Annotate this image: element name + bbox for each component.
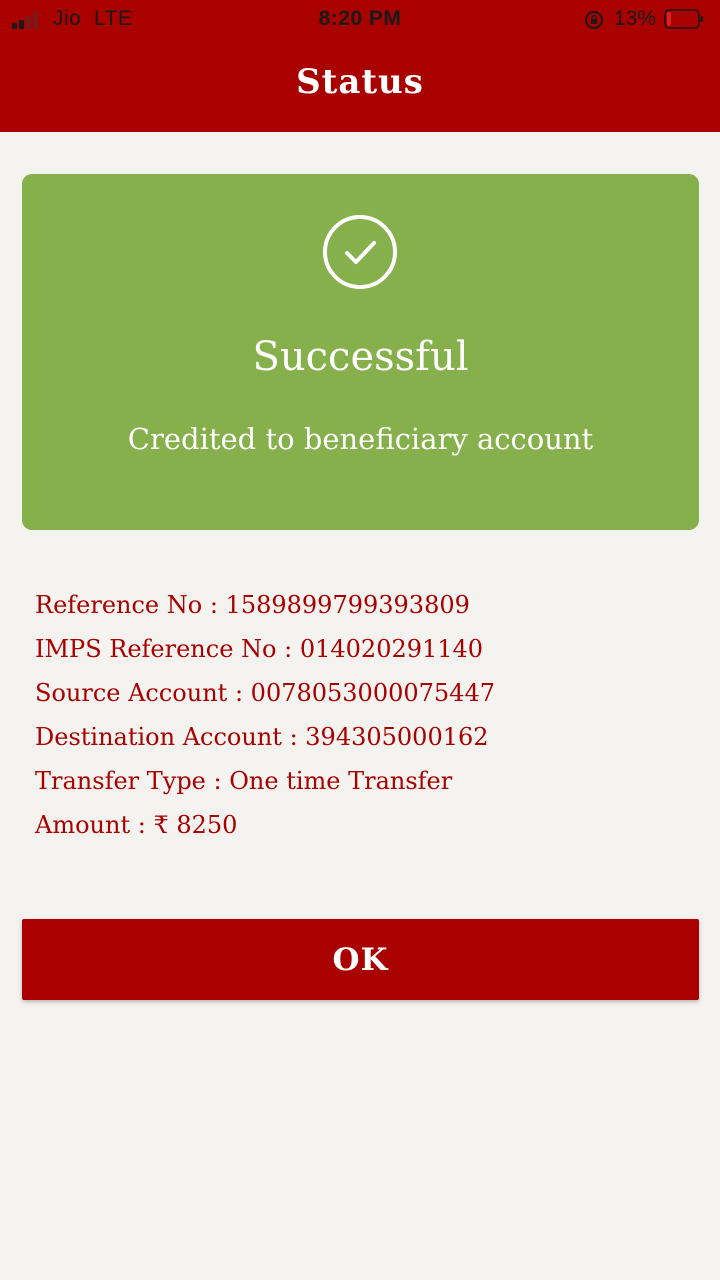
page-title: Status — [296, 62, 424, 102]
detail-row-imps-reference-no: IMPS Reference No : 014020291140 — [35, 635, 484, 663]
detail-value: 014020291140 — [299, 635, 484, 663]
detail-value: 1589899799393809 — [225, 591, 470, 619]
transaction-details: Reference No : 1589899799393809 IMPS Ref… — [35, 588, 695, 852]
status-subtitle: Credited to beneficiary account — [127, 422, 594, 456]
detail-label: Transfer Type — [35, 767, 206, 795]
detail-row-reference-no: Reference No : 1589899799393809 — [35, 591, 470, 619]
clock: 8:20 PM — [318, 7, 402, 30]
battery-percent: 13% — [614, 7, 657, 30]
detail-value: 0078053000075447 — [250, 679, 495, 707]
detail-value: One time Transfer — [229, 767, 453, 795]
status-bar: Jio LTE 8:20 PM 13% — [0, 0, 720, 40]
detail-row-destination-account: Destination Account : 394305000162 — [35, 723, 489, 751]
detail-label: IMPS Reference No — [35, 635, 277, 663]
detail-label: Source Account — [35, 679, 228, 707]
status-title: Successful — [252, 334, 469, 380]
success-card: Successful Credited to beneficiary accou… — [22, 174, 699, 530]
ok-button[interactable]: OK — [22, 919, 699, 1000]
detail-row-amount: Amount : ₹ 8250 — [35, 811, 238, 839]
check-circle-icon — [323, 215, 397, 289]
app-header: Jio LTE 8:20 PM 13% Status — [0, 0, 720, 132]
battery-icon — [664, 9, 703, 29]
detail-row-source-account: Source Account : 0078053000075447 — [35, 679, 495, 707]
orientation-lock-icon — [585, 11, 603, 29]
detail-value: ₹ 8250 — [153, 811, 238, 839]
detail-label: Reference No — [35, 591, 203, 619]
detail-row-transfer-type: Transfer Type : One time Transfer — [35, 767, 453, 795]
detail-label: Amount — [35, 811, 131, 839]
detail-label: Destination Account — [35, 723, 282, 751]
detail-value: 394305000162 — [305, 723, 489, 751]
